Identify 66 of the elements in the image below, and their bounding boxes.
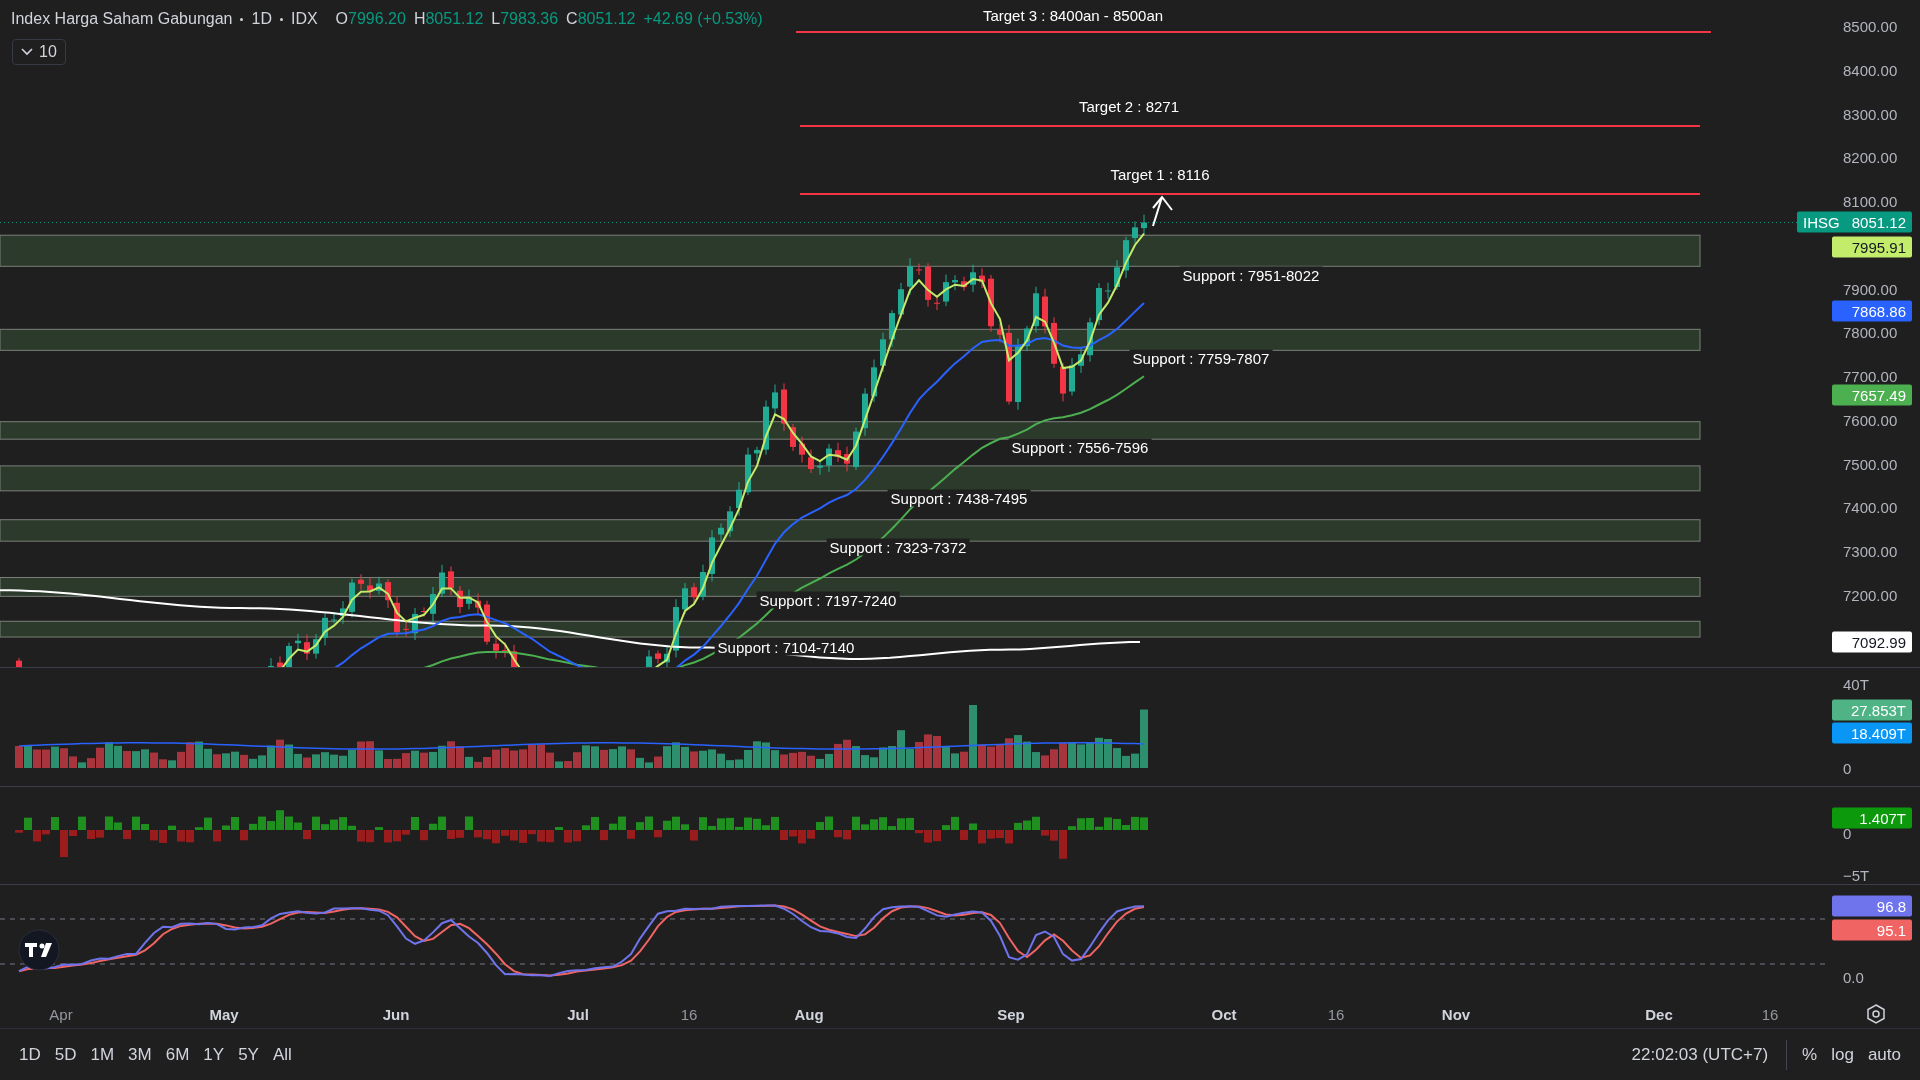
time-axis-label: Jul: [567, 1005, 589, 1022]
time-axis-label: Aug: [794, 1005, 824, 1022]
time-axis-label: 16: [1761, 1005, 1779, 1022]
clock-time: 22:02:03 (UTC+7): [1631, 1044, 1769, 1065]
range-button[interactable]: 1Y: [198, 1040, 230, 1069]
price-change: +42.69 (+0.53%): [643, 10, 763, 28]
time-axis-label: Dec: [1645, 1005, 1673, 1022]
indicator-toggle[interactable]: 10: [12, 39, 66, 65]
support-label: Support : 7556-7596: [1008, 438, 1152, 456]
price-axis-label: 7200.00: [1843, 586, 1898, 604]
range-button[interactable]: All: [267, 1040, 297, 1069]
support-label: Support : 7438-7495: [887, 489, 1031, 507]
ohlc-value: C8051.12: [566, 10, 636, 28]
time-axis-label: Jun: [382, 1005, 410, 1022]
ohlc-value: H8051.12: [413, 10, 484, 28]
range-button[interactable]: 3M: [123, 1040, 157, 1069]
range-button[interactable]: 5Y: [233, 1040, 264, 1069]
price-axis-label: 7300.00: [1843, 542, 1898, 560]
price-axis-label: 8200.00: [1843, 148, 1898, 166]
range-button[interactable]: 6M: [160, 1040, 195, 1069]
time-axis-label: Oct: [1211, 1005, 1237, 1022]
oscillator-axis-label: 0.0: [1843, 968, 1864, 986]
range-button[interactable]: 1D: [14, 1040, 46, 1069]
price-axis-label: 8100.00: [1843, 192, 1898, 210]
time-axis-label: 16: [680, 1005, 698, 1022]
price-axis-label: 7800.00: [1843, 323, 1898, 341]
support-label: Support : 7759-7807: [1129, 349, 1273, 367]
price-axis-label: 7900.00: [1843, 280, 1898, 298]
price-axis-label: 7400.00: [1843, 498, 1898, 516]
range-button[interactable]: 5D: [49, 1040, 82, 1069]
ohlc-value: O7996.20: [335, 10, 406, 28]
price-tag: 7868.86: [1832, 300, 1912, 322]
price-tag: 1.407T: [1832, 807, 1912, 829]
price-tag: 95.1: [1832, 919, 1912, 941]
range-button[interactable]: 1M: [85, 1040, 120, 1069]
price-axis-label: 8500.00: [1843, 17, 1898, 35]
symbol-title: Index Harga Saham Gabungan: [11, 10, 233, 28]
price-tag: 27.853T: [1832, 699, 1912, 721]
price-axis-label: 7600.00: [1843, 411, 1898, 429]
price-axis-label: 8300.00: [1843, 105, 1898, 123]
volume-axis-label: 0: [1843, 759, 1852, 777]
scale-button[interactable]: %: [1797, 1040, 1823, 1069]
price-tag: IHSG 8051.12: [1797, 211, 1912, 233]
support-label: Support : 7197-7240: [756, 591, 900, 609]
time-axis-label: Sep: [997, 1005, 1025, 1022]
price-tag: 7995.91: [1832, 236, 1912, 258]
price-tag: 7657.49: [1832, 384, 1912, 406]
ohlc-value: L7983.36: [491, 10, 559, 28]
price-axis-label: 8400.00: [1843, 61, 1898, 79]
interval-label: 1D: [251, 10, 272, 28]
time-axis-label: 16: [1327, 1005, 1345, 1022]
exchange-label: IDX: [290, 10, 318, 28]
volume-axis-label: 40T: [1843, 675, 1869, 693]
price-tag: 18.409T: [1832, 722, 1912, 744]
symbol-label: IHSG: [1803, 213, 1840, 231]
price-tag: 7092.99: [1832, 631, 1912, 653]
price-axis-label: 7500.00: [1843, 455, 1898, 473]
time-axis-label: Nov: [1441, 1005, 1471, 1022]
histogram-axis-label: −5T: [1843, 866, 1870, 884]
scale-button[interactable]: auto: [1862, 1040, 1906, 1069]
price-tag: 96.8: [1832, 895, 1912, 917]
support-label: Support : 7323-7372: [826, 538, 970, 556]
price-axis-label: 7700.00: [1843, 367, 1898, 385]
scale-button[interactable]: log: [1826, 1040, 1859, 1069]
time-axis-label: May: [209, 1005, 239, 1022]
time-axis-label: Apr: [49, 1005, 73, 1022]
